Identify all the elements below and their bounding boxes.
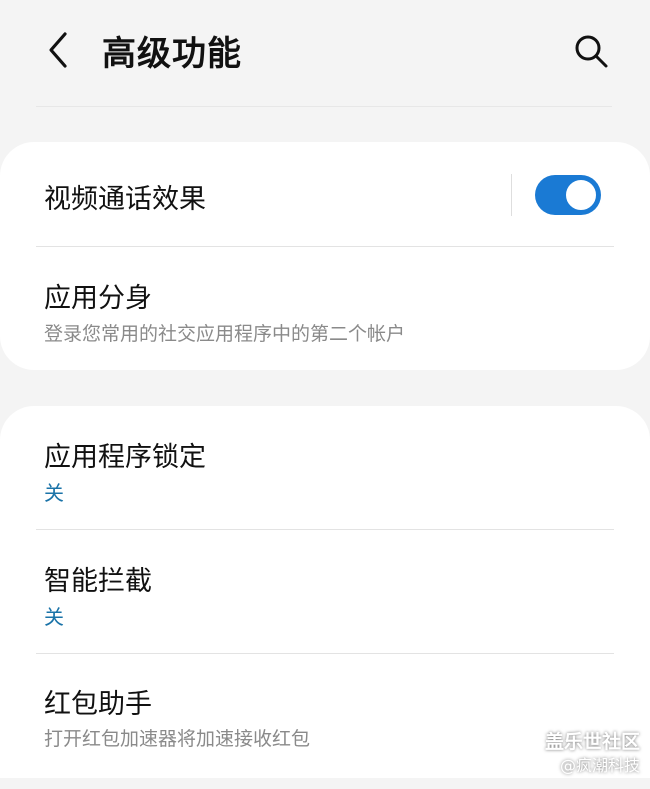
smart-block-status: 关 <box>44 605 64 629</box>
app-lock-title: 应用程序锁定 <box>44 442 206 473</box>
screen: 高级功能 视频通话效果 应用分身 登录您常用的社交应用程序中的第二个帐户 应用程… <box>0 0 650 789</box>
dual-messenger-title: 应用分身 <box>44 283 152 314</box>
search-icon <box>575 35 608 68</box>
app-lock-row[interactable]: 应用程序锁定 关 <box>0 406 650 529</box>
video-call-effects-title: 视频通话效果 <box>44 184 206 215</box>
settings-group-2: 应用程序锁定 关 智能拦截 关 红包助手 打开红包加速器将加速接收红包 <box>0 406 650 778</box>
chevron-left-icon <box>49 32 67 68</box>
smart-block-title: 智能拦截 <box>44 566 152 597</box>
app-bar: 高级功能 <box>0 0 650 108</box>
watermark-community: 盖乐世社区 <box>544 731 640 753</box>
watermark: 盖乐世社区 @疯潮科技 <box>545 729 640 777</box>
back-button[interactable] <box>36 28 80 72</box>
red-packet-subtitle: 打开红包加速器将加速接收红包 <box>44 728 311 750</box>
settings-group-1: 视频通话效果 应用分身 登录您常用的社交应用程序中的第二个帐户 <box>0 142 650 370</box>
dual-messenger-row[interactable]: 应用分身 登录您常用的社交应用程序中的第二个帐户 <box>0 247 650 370</box>
red-packet-title: 红包助手 <box>44 689 152 720</box>
video-call-effects-toggle[interactable] <box>535 175 601 215</box>
app-lock-status: 关 <box>44 481 64 505</box>
dual-messenger-subtitle: 登录您常用的社交应用程序中的第二个帐户 <box>44 323 406 345</box>
smart-block-row[interactable]: 智能拦截 关 <box>0 530 650 653</box>
watermark-author: @疯潮科技 <box>559 756 640 775</box>
header-divider <box>36 106 612 107</box>
search-button[interactable] <box>568 28 614 74</box>
toggle-separator <box>511 174 512 216</box>
page-title: 高级功能 <box>102 34 242 74</box>
toggle-knob <box>563 177 599 213</box>
video-call-effects-row[interactable]: 视频通话效果 <box>0 142 650 246</box>
